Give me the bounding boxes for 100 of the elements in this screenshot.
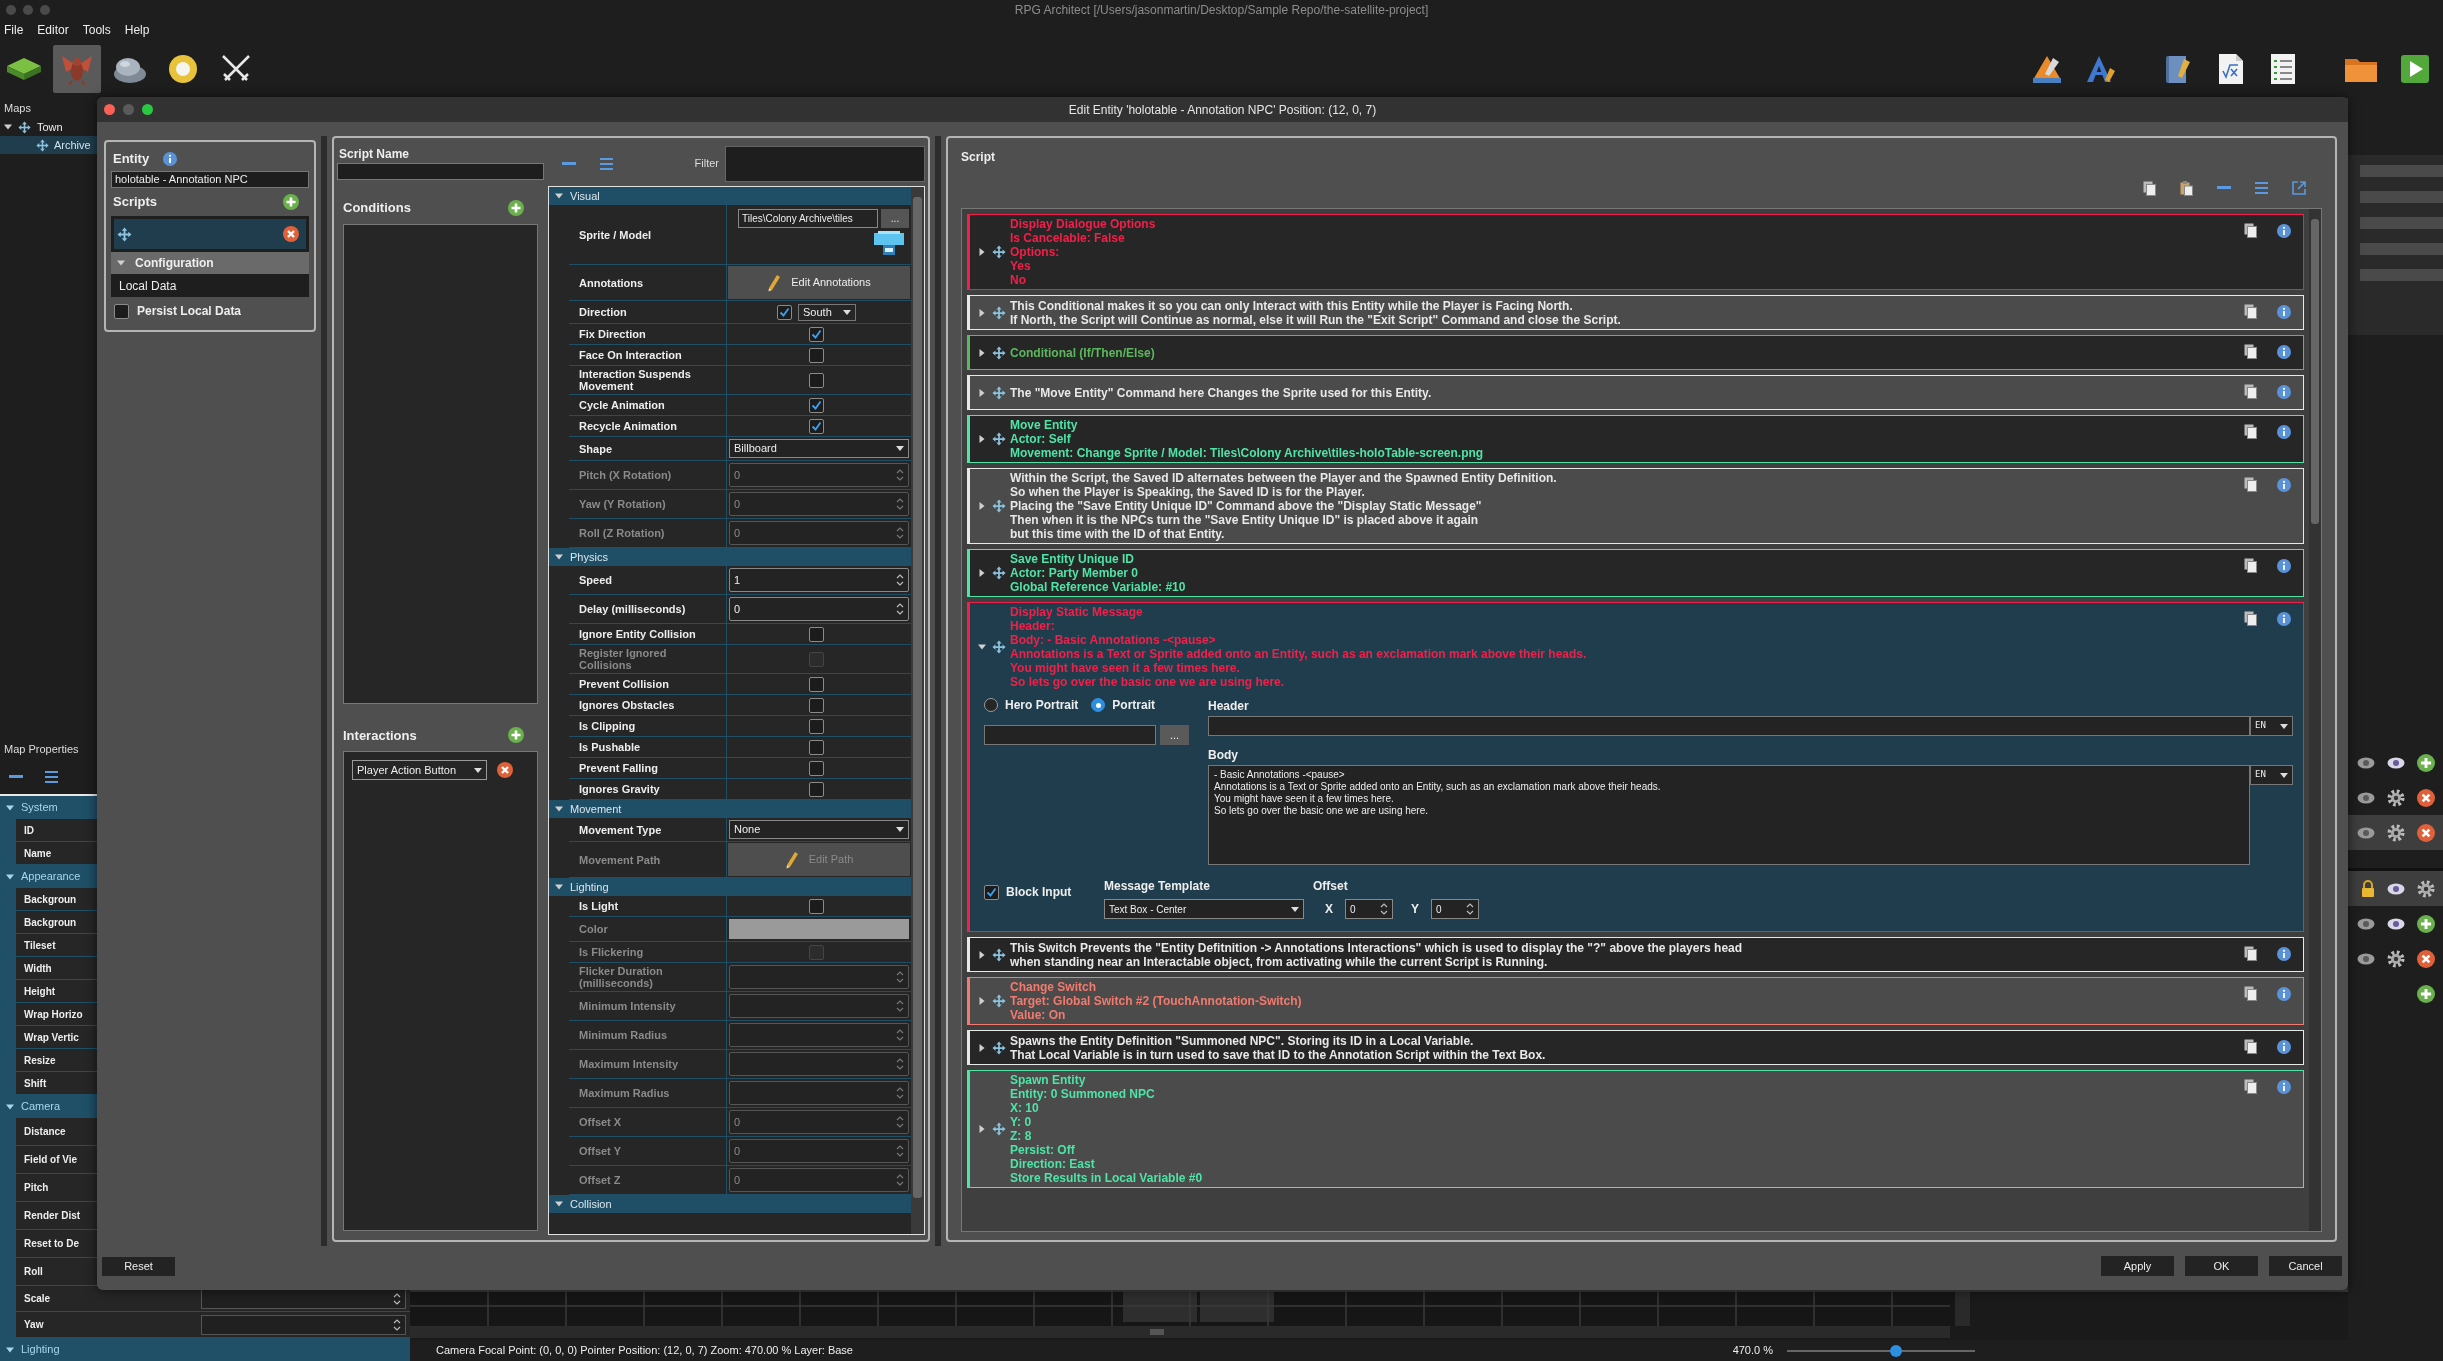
scrollbar[interactable] (911, 187, 924, 1234)
tree-item[interactable]: Town (0, 118, 410, 136)
spin-arrows-icon[interactable] (1466, 902, 1475, 916)
checklist-icon[interactable] (2270, 53, 2296, 85)
command-block[interactable]: Save Entity Unique ID Actor: Party Member 0 Global Reference Variable: #10 (967, 549, 2304, 597)
info-icon[interactable] (163, 152, 178, 166)
remove-icon[interactable] (283, 226, 299, 242)
add-icon[interactable] (283, 194, 299, 210)
info-icon[interactable] (2277, 558, 2291, 573)
caret-icon[interactable] (978, 388, 986, 397)
body-field[interactable]: - Basic Annotations -<pause> Annotations is a Text or Sprite added onto an Entity, such as an exclamation mark above their heads. You might have seen it a few times here. So lets go over the basic one we are using here. (1208, 765, 2250, 865)
command-block[interactable]: The "Move Entity" Command here Changes the Sprite used for this Entity. (967, 375, 2304, 410)
minus-icon[interactable] (562, 161, 576, 166)
dialog-button[interactable]: Apply (2101, 1256, 2174, 1276)
checkbox[interactable] (809, 418, 824, 434)
caret-icon[interactable] (978, 348, 986, 357)
checkbox[interactable] (809, 372, 824, 388)
caret-icon[interactable] (6, 1102, 14, 1111)
zoom-slider[interactable] (1787, 1344, 1975, 1357)
move-icon[interactable] (992, 345, 1006, 360)
menu-item[interactable]: File (4, 21, 24, 39)
copy-icon[interactable] (2244, 424, 2257, 439)
edit-button[interactable]: Edit Annotations (728, 266, 910, 299)
spin-arrows-icon[interactable] (393, 1291, 401, 1306)
radio-button[interactable] (1091, 698, 1106, 712)
number-field[interactable]: 0 (729, 597, 909, 621)
checkbox[interactable] (809, 898, 824, 914)
section-header[interactable]: Lighting (549, 878, 911, 896)
eye-icon[interactable] (2357, 952, 2375, 965)
copy-icon[interactable] (2244, 223, 2257, 238)
add-icon[interactable] (2417, 753, 2435, 772)
filter-field[interactable] (725, 145, 925, 182)
caret-icon[interactable] (896, 446, 904, 451)
direction-dropdown[interactable]: South (798, 303, 856, 321)
minus-icon[interactable] (9, 775, 23, 779)
header-field[interactable] (1208, 716, 2250, 736)
number-field[interactable] (201, 1314, 406, 1335)
tile-icon[interactable] (6, 56, 42, 82)
copy-icon[interactable] (2244, 384, 2257, 399)
command-block[interactable]: Spawns the Entity Definition "Summoned NPC". Storing its ID in a Local Variable. That Local Variable is in turn used to save that ID to the Annotation Script within the Text Box. (967, 1030, 2304, 1065)
ring-icon[interactable] (167, 53, 199, 85)
number-field[interactable] (201, 1288, 406, 1309)
caret-icon[interactable] (555, 805, 563, 813)
caret-icon[interactable] (978, 502, 986, 510)
section-header[interactable]: Visual (549, 187, 911, 205)
checkbox[interactable] (777, 304, 792, 320)
scrollbar[interactable] (2309, 209, 2321, 1231)
info-icon[interactable] (2277, 384, 2291, 399)
caret-icon[interactable] (555, 1200, 563, 1208)
configuration-header[interactable]: Configuration (111, 252, 309, 274)
offset-spinbox[interactable]: 0 (1345, 899, 1393, 919)
layer-row[interactable] (2348, 815, 2443, 850)
caret-icon[interactable] (978, 643, 986, 651)
language-dropdown[interactable]: EN (2250, 716, 2293, 736)
caret-icon[interactable] (978, 997, 986, 1005)
command-block[interactable]: Spawn Entity Entity: 0 Summoned NPC X: 10 Y: 0 Z: 8 Persist: Off Direction: East Store Results in Local Variable #0 (967, 1070, 2304, 1188)
caret-icon[interactable] (2280, 723, 2288, 729)
move-icon[interactable] (117, 226, 132, 242)
checkbox[interactable] (809, 347, 824, 363)
command-block[interactable]: Move Entity Actor: Self Movement: Change Sprite / Model: Tiles\Colony Archive\tiles-holoTable-screen.png (967, 415, 2304, 463)
add-icon[interactable] (2417, 984, 2435, 1003)
list-icon[interactable] (600, 157, 613, 170)
list-icon[interactable] (2255, 182, 2268, 194)
move-icon[interactable] (36, 138, 49, 152)
remove-icon[interactable] (2417, 823, 2435, 842)
interaction-dropdown[interactable]: Player Action Button (352, 760, 487, 780)
info-icon[interactable] (2277, 344, 2291, 359)
section-header[interactable]: Movement (549, 800, 911, 818)
move-icon[interactable] (992, 245, 1006, 259)
spin-arrows-icon[interactable] (896, 602, 904, 616)
menu-item[interactable]: Tools (82, 21, 111, 39)
caret-icon[interactable] (474, 767, 482, 773)
caret-icon[interactable] (4, 123, 12, 131)
checkbox[interactable] (809, 697, 824, 713)
external-link-icon[interactable] (2292, 181, 2306, 195)
copy-icon[interactable] (2143, 180, 2156, 196)
info-icon[interactable] (2277, 1039, 2291, 1054)
copy-icon[interactable] (2244, 611, 2257, 626)
checkbox[interactable] (809, 397, 824, 413)
lock-icon[interactable] (2361, 879, 2375, 898)
caret-icon[interactable] (978, 308, 986, 317)
entity-name-field[interactable]: holotable - Annotation NPC (111, 171, 309, 188)
gear-icon[interactable] (2387, 823, 2405, 842)
dropdown[interactable]: None (729, 820, 909, 839)
offset-spinbox[interactable]: 0 (1431, 899, 1480, 919)
checkbox[interactable] (984, 884, 999, 900)
copy-icon[interactable] (2244, 304, 2257, 319)
checkbox[interactable] (114, 303, 129, 319)
checkbox[interactable] (809, 781, 824, 797)
paste-icon[interactable] (2180, 180, 2193, 196)
info-icon[interactable] (2277, 986, 2291, 1001)
formula-icon[interactable] (2218, 53, 2244, 85)
spin-arrows-icon[interactable] (393, 1317, 401, 1332)
copy-icon[interactable] (2244, 1079, 2257, 1094)
caret-icon[interactable] (978, 1125, 986, 1133)
gear-icon[interactable] (2387, 788, 2405, 807)
language-dropdown[interactable]: EN (2250, 765, 2293, 785)
caret-icon[interactable] (6, 803, 14, 812)
move-icon[interactable] (992, 994, 1006, 1008)
copy-icon[interactable] (2244, 477, 2257, 492)
